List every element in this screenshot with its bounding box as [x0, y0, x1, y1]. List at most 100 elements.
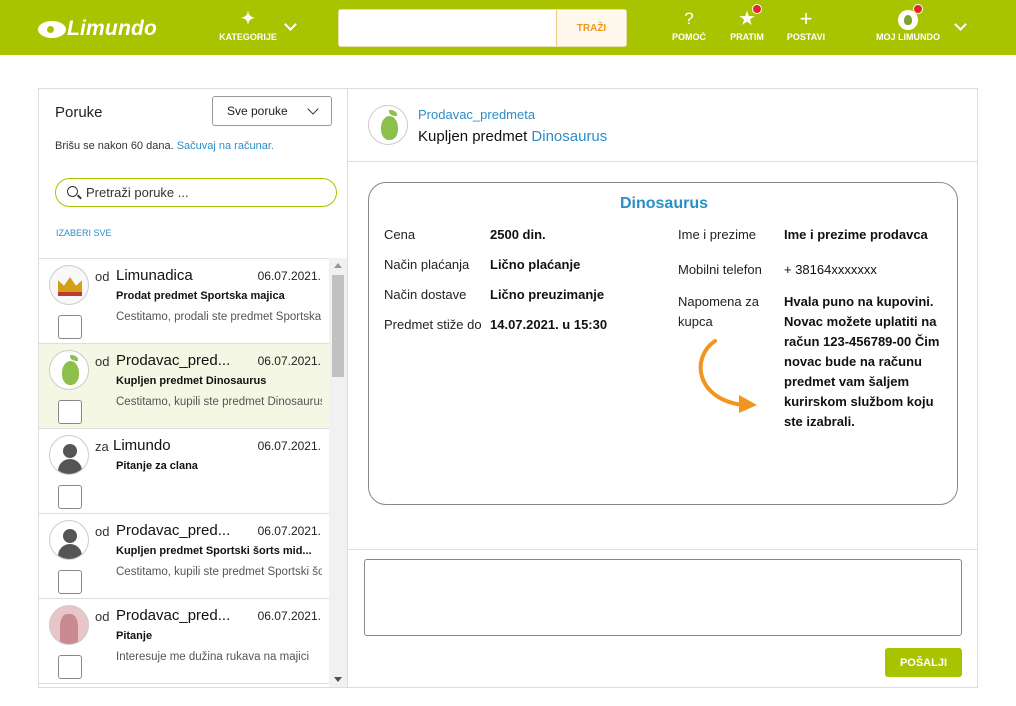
message-filter-value: Sve poruke: [227, 104, 288, 118]
message-subject: Pitanje: [116, 630, 153, 642]
account-notification-dot: [913, 4, 923, 14]
avatar-limundo-icon: [49, 350, 89, 390]
scroll-down-arrow-icon[interactable]: [334, 677, 342, 682]
message-preview: Čestitamo, kupili ste predmet Sportski š…: [116, 566, 322, 578]
avatar-user-icon: [49, 435, 89, 475]
account-chevron-down-icon[interactable]: [954, 18, 967, 31]
scrollbar-thumb[interactable]: [332, 275, 344, 377]
chevron-down-icon: [307, 103, 319, 115]
delivery-method-label: Način dostave: [384, 287, 467, 302]
inbox-title: Poruke: [55, 104, 103, 121]
seller-name-label: Ime i prezime: [678, 227, 757, 242]
inbox-sidebar: Poruke Sve poruke Brišu se nakon 60 dana…: [39, 89, 348, 687]
message-checkbox[interactable]: [58, 400, 82, 424]
item-title-link[interactable]: Dinosaurus: [369, 195, 959, 213]
message-list: od Limunadica 06.07.2021. Prodat predmet…: [39, 258, 329, 687]
message-checkbox[interactable]: [58, 655, 82, 679]
message-subject: Pitanje za clana: [116, 460, 198, 472]
curved-arrow-icon: [698, 339, 757, 413]
seller-name-value: Ime i prezime prodavca: [784, 227, 928, 242]
avatar-limundo-icon: [368, 105, 408, 145]
message-correspondent: Limunadica: [116, 267, 193, 284]
mobile-phone-label: Mobilni telefon: [678, 262, 762, 277]
message-list-item-selected[interactable]: od Prodavac_pred... 06.07.2021. Kupljen …: [39, 344, 329, 429]
nav-post[interactable]: + POSTAVI: [784, 6, 828, 43]
send-button[interactable]: POŠALJI: [885, 648, 962, 677]
message-list-item[interactable]: od Prodavac_pred... 06.07.2021. Pitanje …: [39, 599, 329, 684]
message-date: 06.07.2021.: [257, 354, 321, 368]
message-subject: Kupljen predmet Sportski šorts mid...: [116, 545, 312, 557]
message-correspondent: Limundo: [113, 437, 171, 454]
buyer-note-label: Napomena za kupca: [678, 294, 759, 329]
buyer-note-value: Hvala puno na kupovini. Novac možete upl…: [784, 294, 940, 429]
arrival-label: Predmet stiže do: [384, 317, 482, 332]
message-direction: od: [95, 609, 110, 624]
message-list-scrollbar[interactable]: [329, 258, 347, 687]
nav-watch-label: PRATIM: [730, 32, 764, 42]
plus-icon: +: [799, 6, 813, 31]
mobile-phone-value: + 38164xxxxxxx: [784, 262, 877, 277]
nav-help[interactable]: ? POMOĆ: [668, 8, 710, 42]
message-preview: Čestitamo, kupili ste predmet Dinosaurus: [116, 396, 322, 408]
reply-divider: [348, 549, 977, 550]
avatar-photo-icon: [49, 605, 89, 645]
conversation-subject: Kupljen predmet Dinosaurus: [418, 128, 607, 145]
message-direction: od: [95, 354, 110, 369]
message-preview: Čestitamo, prodali ste predmet Sportska …: [116, 311, 322, 323]
price-value: 2500 din.: [490, 227, 546, 242]
message-list-item[interactable]: od Limunadica 06.07.2021. Prodat predmet…: [39, 259, 329, 344]
avatar-crown-icon: [49, 265, 89, 305]
conversation-pane: Prodavac_predmeta Kupljen predmet Dinosa…: [348, 89, 977, 687]
message-checkbox[interactable]: [58, 485, 82, 509]
nav-my-account-label: MOJ LIMUNDO: [876, 32, 940, 42]
arrival-value: 14.07.2021. u 15:30: [490, 317, 608, 332]
message-direction: od: [95, 524, 110, 539]
message-subject: Kupljen predmet Dinosaurus: [116, 375, 267, 387]
site-search-input[interactable]: [339, 10, 557, 46]
avatar-user-icon: [49, 520, 89, 560]
message-date: 06.07.2021.: [257, 524, 321, 538]
message-search-input[interactable]: Pretraži poruke ...: [55, 178, 337, 207]
top-navigation-bar: Limundo ✦ KATEGORIJE TRAŽI ? POMOĆ ★ PRA…: [0, 0, 1016, 55]
save-to-computer-link[interactable]: Sačuvaj na računar.: [177, 140, 274, 152]
logo-mark-icon: [38, 20, 66, 38]
reply-textarea[interactable]: [364, 559, 962, 636]
nav-categories[interactable]: ✦ KATEGORIJE: [219, 8, 277, 42]
message-preview: Interesuje me dužina rukava na majici: [116, 651, 310, 663]
message-list-item[interactable]: za Limundo 06.07.2021. Pitanje za clana: [39, 429, 329, 514]
conversation-sender-link[interactable]: Prodavac_predmeta: [418, 107, 535, 122]
question-icon: ?: [684, 9, 694, 28]
nav-my-account[interactable]: MOJ LIMUNDO: [870, 8, 946, 42]
message-correspondent: Prodavac_pred...: [116, 352, 231, 369]
conversation-item-link[interactable]: Dinosaurus: [531, 128, 607, 145]
message-date: 06.07.2021.: [257, 269, 321, 283]
message-filter-select[interactable]: Sve poruke: [212, 96, 332, 126]
payment-method-value: Lično plaćanje: [490, 257, 581, 272]
message-direction: za: [95, 439, 109, 454]
message-search-placeholder: Pretraži poruke ...: [86, 185, 189, 200]
message-checkbox[interactable]: [58, 570, 82, 594]
messages-panel: Poruke Sve poruke Brišu se nakon 60 dana…: [38, 88, 978, 688]
price-label: Cena: [384, 227, 416, 242]
search-button[interactable]: TRAŽI: [556, 10, 626, 46]
select-all-link[interactable]: IZABERI SVE: [56, 228, 112, 238]
retention-note: Brišu se nakon 60 dana. Sačuvaj na račun…: [55, 140, 274, 152]
limundo-logo[interactable]: Limundo: [38, 17, 157, 41]
categories-chevron-down-icon[interactable]: [284, 18, 297, 31]
nav-help-label: POMOĆ: [671, 32, 706, 42]
message-list-item[interactable]: od Prodavac_pred... 06.07.2021. Kupljen …: [39, 514, 329, 599]
site-search: TRAŽI: [338, 9, 627, 47]
sparkle-icon: ✦: [240, 9, 256, 28]
retention-note-text: Brišu se nakon 60 dana.: [55, 140, 174, 152]
scroll-up-arrow-icon[interactable]: [334, 263, 342, 268]
payment-method-label: Način plaćanja: [384, 257, 470, 272]
message-direction: od: [95, 269, 110, 284]
message-checkbox[interactable]: [58, 315, 82, 339]
conversation-subject-prefix: Kupljen predmet: [418, 128, 528, 145]
message-correspondent: Prodavac_pred...: [116, 522, 231, 539]
message-date: 06.07.2021.: [257, 439, 321, 453]
delivery-method-value: Lično preuzimanje: [490, 287, 605, 302]
nav-watch[interactable]: ★ PRATIM: [727, 8, 767, 42]
purchase-details-card: Dinosaurus Cena 2500 din. Način plaćanja…: [368, 182, 958, 505]
message-correspondent: Prodavac_pred...: [116, 607, 231, 624]
